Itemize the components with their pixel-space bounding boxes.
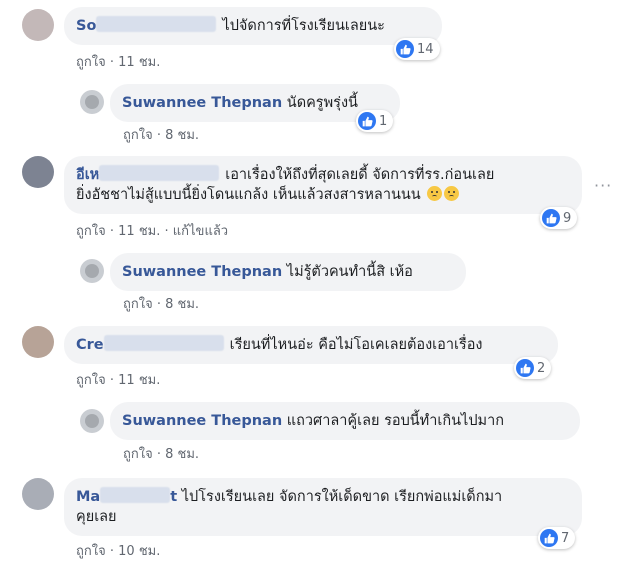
comment-author[interactable]: Ma bbox=[76, 489, 100, 505]
more-options-icon[interactable]: ··· bbox=[594, 176, 612, 195]
comment-bubble: อีเห เอาเรื่องให้ถึงที่สุดเลยดี้ จัดการที… bbox=[64, 156, 582, 214]
comment-text: ไปจัดการที่โรงเรียนเลยนะ bbox=[222, 18, 385, 34]
comment-meta: ถูกใจ · 8 ชม. bbox=[123, 297, 200, 312]
like-reaction-icon bbox=[396, 40, 414, 58]
reaction-count[interactable]: 2 bbox=[514, 357, 552, 379]
timestamp[interactable]: 8 ชม. bbox=[165, 128, 199, 143]
comment-text: นัดครูพรุ่งนี้ bbox=[286, 95, 358, 111]
comment-author[interactable]: Suwannee Thepnan bbox=[122, 264, 282, 280]
like-link[interactable]: ถูกใจ bbox=[76, 544, 106, 559]
comment-author[interactable]: Suwannee Thepnan bbox=[122, 413, 282, 429]
comment-text: ไม่รู้ตัวคนทำนี้สิ เห้อ bbox=[286, 264, 413, 280]
comment-author[interactable]: Cre bbox=[76, 337, 104, 353]
redacted-name bbox=[100, 487, 171, 503]
timestamp[interactable]: 11 ชม. bbox=[118, 373, 160, 388]
reaction-count[interactable]: 1 bbox=[356, 110, 394, 132]
like-link[interactable]: ถูกใจ bbox=[123, 128, 153, 143]
like-reaction-icon bbox=[516, 359, 534, 377]
comment-meta: ถูกใจ · 11 ชม. bbox=[76, 55, 161, 70]
avatar[interactable] bbox=[22, 326, 54, 358]
avatar[interactable] bbox=[80, 90, 104, 114]
comment-bubble: Cre เรียนที่ไหนอ่ะ คือไม่โอเคเลยต้องเอาเร… bbox=[64, 326, 558, 364]
comment-author[interactable]: So bbox=[76, 18, 96, 34]
comment-text: ไปโรงเรียนเลย จัดการให้เด็ดขาด เรียกพ่อแ… bbox=[181, 489, 503, 505]
sad-face-emoji-icon bbox=[427, 186, 443, 201]
comment-text: เรียนที่ไหนอ่ะ คือไม่โอเคเลยต้องเอาเรื่อ… bbox=[229, 337, 483, 353]
like-reaction-icon bbox=[540, 529, 558, 547]
comment-meta: ถูกใจ · 10 ชม. bbox=[76, 544, 161, 559]
edited-label[interactable]: แก้ไขแล้ว bbox=[173, 224, 228, 239]
comment-text: ยิ่งอัชชาไม่สู้แบบนี้ยิ่งโดนแกล้ง เห็นแล… bbox=[76, 187, 421, 203]
like-reaction-icon bbox=[358, 112, 376, 130]
comment-bubble: So ไปจัดการที่โรงเรียนเลยนะ bbox=[64, 7, 442, 45]
redacted-name bbox=[96, 16, 217, 32]
avatar[interactable] bbox=[22, 478, 54, 510]
comment-author[interactable]: Suwannee Thepnan bbox=[122, 95, 282, 111]
avatar[interactable] bbox=[22, 156, 54, 188]
comment-meta: ถูกใจ · 11 ชม. · แก้ไขแล้ว bbox=[76, 224, 229, 239]
redacted-name bbox=[99, 165, 220, 181]
like-link[interactable]: ถูกใจ bbox=[76, 55, 106, 70]
sad-face-emoji-icon bbox=[444, 186, 460, 201]
comment-text: เอาเรื่องให้ถึงที่สุดเลยดี้ จัดการที่รร.… bbox=[225, 167, 495, 183]
avatar[interactable] bbox=[22, 9, 54, 41]
comment-text: คุยเลย bbox=[76, 509, 117, 525]
avatar[interactable] bbox=[80, 259, 104, 283]
reaction-count[interactable]: 9 bbox=[540, 207, 578, 229]
like-link[interactable]: ถูกใจ bbox=[123, 447, 153, 462]
comment-meta: ถูกใจ · 11 ชม. bbox=[76, 373, 161, 388]
timestamp[interactable]: 8 ชม. bbox=[165, 297, 199, 312]
comment-bubble: Ma t ไปโรงเรียนเลย จัดการให้เด็ดขาด เรียก… bbox=[64, 478, 582, 536]
comment-text: แถวศาลาคู้เลย รอบนี้ทำเกินไปมาก bbox=[286, 413, 505, 429]
avatar[interactable] bbox=[80, 409, 104, 433]
reply-bubble: Suwannee Thepnan ไม่รู้ตัวคนทำนี้สิ เห้อ bbox=[110, 253, 466, 291]
timestamp[interactable]: 8 ชม. bbox=[165, 447, 199, 462]
reaction-count[interactable]: 7 bbox=[538, 527, 576, 549]
redacted-name bbox=[103, 335, 224, 351]
timestamp[interactable]: 11 ชม. bbox=[118, 55, 160, 70]
reaction-count[interactable]: 14 bbox=[394, 38, 440, 60]
like-link[interactable]: ถูกใจ bbox=[76, 373, 106, 388]
reply-bubble: Suwannee Thepnan แถวศาลาคู้เลย รอบนี้ทำเ… bbox=[110, 402, 580, 440]
comment-author[interactable]: อีเห bbox=[76, 167, 99, 183]
comment-meta: ถูกใจ · 8 ชม. bbox=[123, 447, 200, 462]
like-link[interactable]: ถูกใจ bbox=[76, 224, 106, 239]
timestamp[interactable]: 10 ชม. bbox=[118, 544, 160, 559]
like-link[interactable]: ถูกใจ bbox=[123, 297, 153, 312]
comment-meta: ถูกใจ · 8 ชม. bbox=[123, 128, 200, 143]
like-reaction-icon bbox=[542, 209, 560, 227]
timestamp[interactable]: 11 ชม. bbox=[118, 224, 160, 239]
